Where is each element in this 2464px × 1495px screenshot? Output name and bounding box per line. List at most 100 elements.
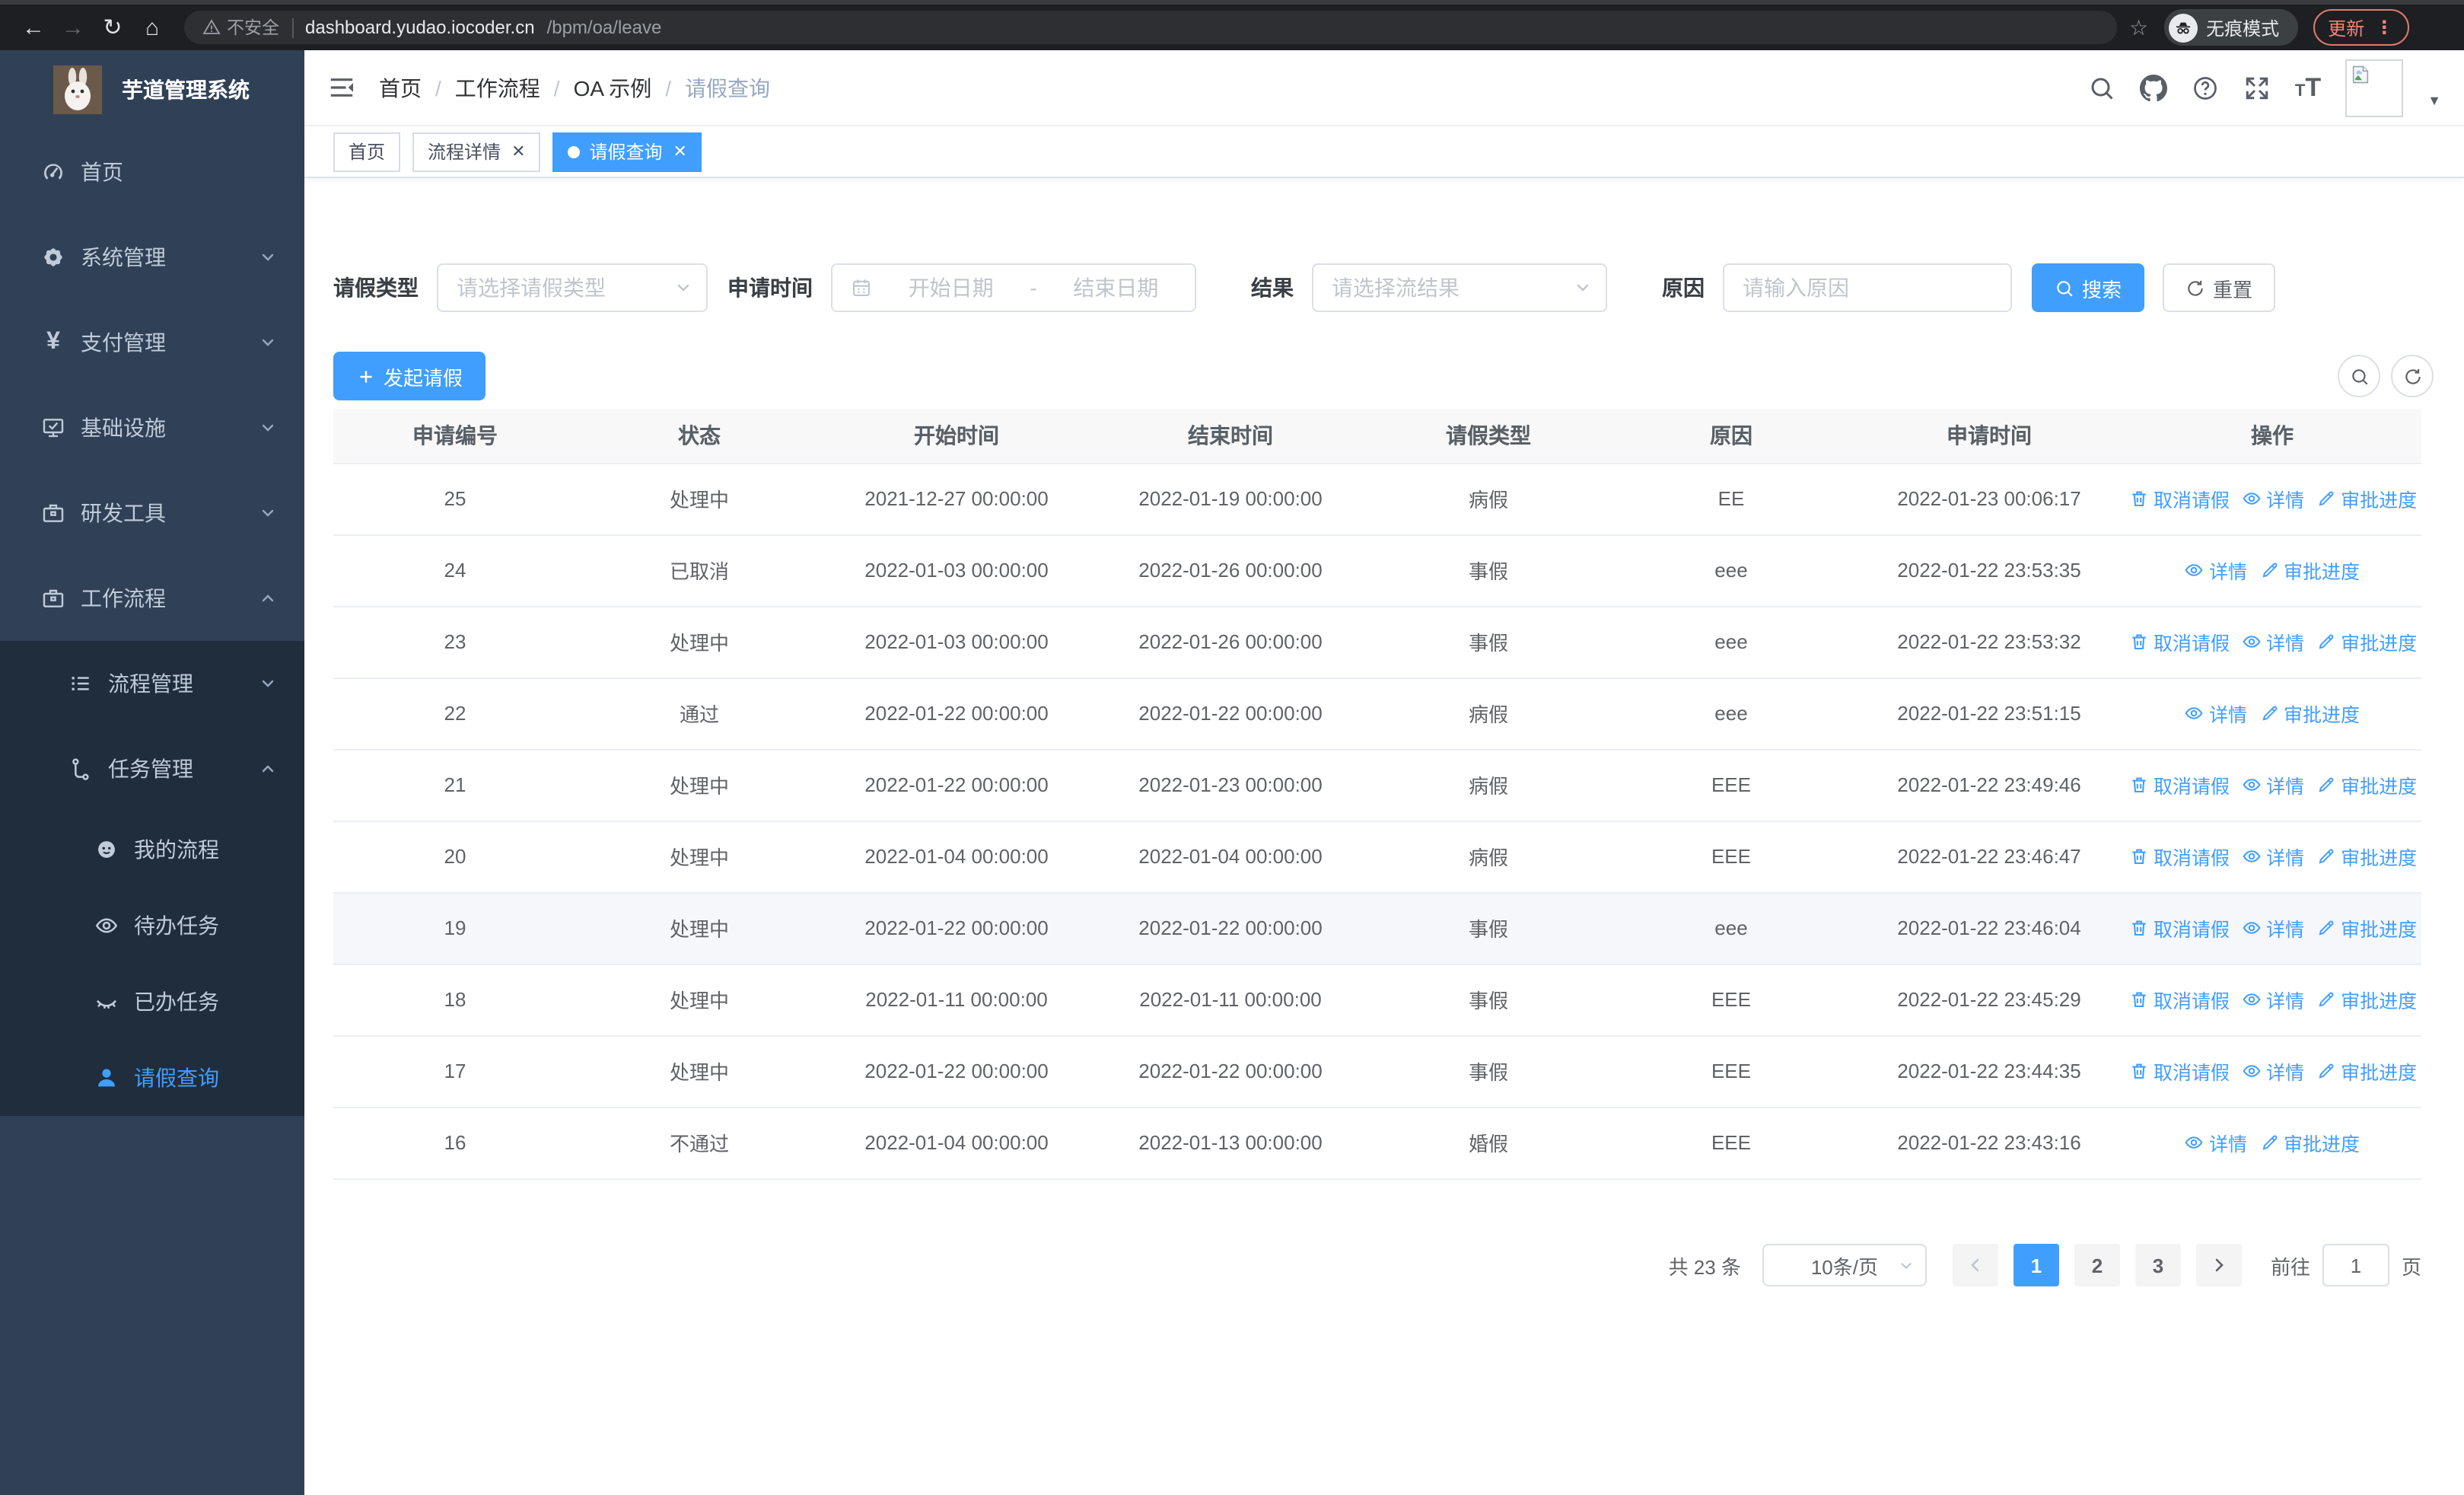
breadcrumb-home[interactable]: 首页 <box>379 72 422 103</box>
action-detail-link[interactable]: 详情 <box>2242 913 2304 942</box>
action-progress-link[interactable]: 审批进度 <box>2259 556 2360 585</box>
sidebar-item-infrastructure[interactable]: 基础设施 <box>0 385 304 470</box>
date-range-picker[interactable]: 开始日期 - 结束日期 <box>831 263 1196 312</box>
action-detail-link[interactable]: 详情 <box>2242 842 2304 871</box>
page-button-1[interactable]: 1 <box>2013 1244 2059 1286</box>
sidebar-item-my-process[interactable]: 我的流程 <box>0 811 304 888</box>
browser-back-icon[interactable]: ← <box>14 16 53 39</box>
cell-actions: 取消请假 详情 审批进度 <box>2123 463 2421 535</box>
table-search-button[interactable] <box>2338 355 2380 397</box>
sidebar-item-home[interactable]: 首页 <box>0 129 304 215</box>
breadcrumb-oa-example[interactable]: OA 示例 <box>574 72 652 103</box>
tab-process-detail[interactable]: 流程详情 ✕ <box>412 132 541 171</box>
action-cancel-link[interactable]: 取消请假 <box>2129 1057 2230 1085</box>
refresh-icon <box>2185 278 2205 298</box>
toolbox-icon <box>41 501 65 525</box>
reset-button[interactable]: 重置 <box>2163 263 2276 312</box>
cell-status: 处理中 <box>577 463 822 535</box>
page-size-select[interactable]: 10条/页 <box>1762 1244 1927 1286</box>
action-cancel-link[interactable]: 取消请假 <box>2129 770 2230 799</box>
prev-page-button[interactable] <box>1952 1244 1998 1286</box>
action-detail-link[interactable]: 详情 <box>2242 1057 2304 1085</box>
action-progress-link[interactable]: 审批进度 <box>2259 699 2360 728</box>
sidebar-item-task-management[interactable]: 任务管理 <box>0 726 304 811</box>
breadcrumb-workflow[interactable]: 工作流程 <box>455 72 540 103</box>
app-logo-row[interactable]: 芋道管理系统 <box>0 50 304 129</box>
table-row: 25 处理中 2021-12-27 00:00:00 2022-01-19 00:00… <box>333 463 2421 535</box>
action-cancel-link[interactable]: 取消请假 <box>2129 627 2230 656</box>
action-cancel-link[interactable]: 取消请假 <box>2129 913 2230 942</box>
tab-home[interactable]: 首页 <box>333 132 401 171</box>
action-progress-link[interactable]: 审批进度 <box>2316 770 2417 799</box>
sidebar-item-todo-tasks[interactable]: 待办任务 <box>0 888 304 964</box>
address-bar[interactable]: 不安全 dashboard.yudao.iocoder.cn/bpm/oa/le… <box>184 11 2117 44</box>
sidebar-collapse-icon[interactable] <box>327 73 356 102</box>
fullscreen-icon[interactable] <box>2243 74 2271 101</box>
github-icon[interactable] <box>2140 74 2167 101</box>
browser-home-icon[interactable]: ⌂ <box>132 16 172 39</box>
sidebar-item-process-management[interactable]: 流程管理 <box>0 641 304 726</box>
browser-menu-icon[interactable]: ⋮ <box>2375 17 2393 38</box>
action-progress-link[interactable]: 审批进度 <box>2316 985 2417 1014</box>
tab-leave-query[interactable]: 请假查询 ✕ <box>552 132 702 171</box>
cell-start-time: 2022-01-11 00:00:00 <box>822 964 1091 1036</box>
action-progress-link[interactable]: 审批进度 <box>2316 484 2417 513</box>
cell-actions: 详情 审批进度 <box>2123 677 2421 750</box>
action-progress-link[interactable]: 审批进度 <box>2259 1128 2360 1157</box>
action-progress-link[interactable]: 审批进度 <box>2316 842 2417 871</box>
reason-input[interactable] <box>1724 265 2010 311</box>
col-leave-type: 请假类型 <box>1370 410 1607 464</box>
cell-reason: EEE <box>1607 1107 1855 1179</box>
page-button-3[interactable]: 3 <box>2135 1244 2181 1286</box>
incognito-badge: 无痕模式 <box>2163 9 2298 46</box>
sidebar-item-workflow[interactable]: 工作流程 <box>0 556 304 641</box>
sidebar-item-payment[interactable]: ¥ 支付管理 <box>0 300 304 385</box>
action-cancel-link[interactable]: 取消请假 <box>2129 484 2230 513</box>
leave-type-select[interactable]: 请选择请假类型 <box>437 263 708 312</box>
action-detail-link[interactable]: 详情 <box>2242 770 2304 799</box>
action-progress-link[interactable]: 审批进度 <box>2316 913 2417 942</box>
cancel-icon <box>2129 846 2149 866</box>
action-cancel-link[interactable]: 取消请假 <box>2129 985 2230 1014</box>
browser-forward-icon[interactable]: → <box>53 16 93 39</box>
action-detail-link[interactable]: 详情 <box>2185 699 2247 728</box>
close-icon[interactable]: ✕ <box>511 142 525 161</box>
action-cancel-link[interactable]: 取消请假 <box>2129 842 2230 871</box>
search-button[interactable]: 搜索 <box>2032 263 2145 312</box>
page-number: 2 <box>2091 1254 2103 1277</box>
action-detail-link[interactable]: 详情 <box>2242 627 2304 656</box>
cell-apply-time: 2022-01-22 23:43:16 <box>1855 1107 2123 1179</box>
avatar[interactable] <box>2345 59 2404 116</box>
sidebar-item-system[interactable]: 系统管理 <box>0 215 304 300</box>
close-icon[interactable]: ✕ <box>673 142 687 161</box>
create-leave-button[interactable]: 发起请假 <box>333 352 486 400</box>
action-detail-link[interactable]: 详情 <box>2185 556 2247 585</box>
face-icon <box>94 837 119 862</box>
security-indicator[interactable]: 不安全 <box>202 15 279 40</box>
action-detail-link[interactable]: 详情 <box>2185 1128 2247 1157</box>
table-refresh-button[interactable] <box>2391 355 2434 397</box>
action-detail-link[interactable]: 详情 <box>2242 484 2304 513</box>
action-progress-link[interactable]: 审批进度 <box>2316 627 2417 656</box>
chevron-left-icon <box>1966 1256 1985 1274</box>
browser-update-button[interactable]: 更新 ⋮ <box>2313 9 2409 46</box>
sidebar-item-devtools[interactable]: 研发工具 <box>0 470 304 556</box>
browser-reload-icon[interactable]: ↻ <box>93 16 132 39</box>
bookmark-star-icon[interactable]: ☆ <box>2129 14 2148 40</box>
cell-reason: eee <box>1607 606 1855 678</box>
next-page-button[interactable] <box>2195 1244 2242 1286</box>
help-icon[interactable] <box>2192 74 2219 101</box>
search-icon[interactable] <box>2088 74 2115 101</box>
user-menu-caret-icon[interactable]: ▼ <box>2427 92 2441 107</box>
result-select[interactable]: 请选择流结果 <box>1312 263 1607 312</box>
cell-start-time: 2022-01-22 00:00:00 <box>822 1035 1091 1108</box>
action-detail-link[interactable]: 详情 <box>2242 985 2304 1014</box>
page-button-2[interactable]: 2 <box>2074 1244 2120 1286</box>
chevron-down-icon <box>259 504 277 522</box>
sidebar-item-leave-query[interactable]: 请假查询 <box>0 1040 304 1116</box>
cell-apply-time: 2022-01-22 23:53:32 <box>1855 606 2123 678</box>
font-size-icon[interactable]: TT <box>2295 75 2321 100</box>
goto-page-input[interactable] <box>2322 1244 2389 1286</box>
action-progress-link[interactable]: 审批进度 <box>2316 1057 2417 1085</box>
sidebar-item-done-tasks[interactable]: 已办任务 <box>0 964 304 1040</box>
